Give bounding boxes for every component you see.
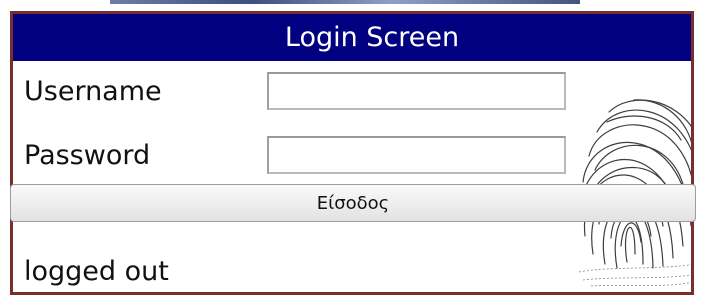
username-label: Username [24,76,162,107]
password-input[interactable] [267,136,566,174]
login-panel: Login Screen Username Password logged ou… [10,11,694,295]
login-status: logged out [24,256,169,287]
top-banner-strip [110,0,580,4]
password-label: Password [24,140,151,171]
login-title: Login Screen [13,14,691,61]
username-input[interactable] [267,72,566,110]
login-button[interactable]: Είσοδος [10,184,696,222]
